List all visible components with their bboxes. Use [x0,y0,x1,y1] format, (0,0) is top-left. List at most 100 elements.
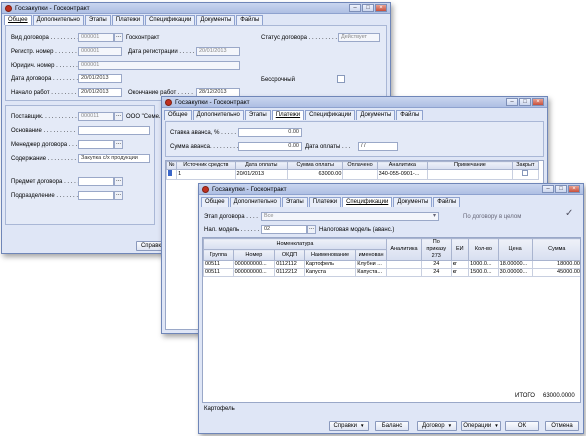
tab-documents[interactable]: Документы [393,197,433,207]
cell-note[interactable] [427,169,513,180]
close-button[interactable]: × [375,4,387,12]
cell-num[interactable] [166,169,178,180]
supplier-code-field[interactable]: 000011 [78,112,114,121]
subject-lookup-button[interactable]: ... [114,177,123,186]
cell-name-full[interactable]: Капуста... [355,268,387,277]
maximize-button[interactable]: □ [555,185,567,193]
cell-qty[interactable]: 1000.0... [468,260,499,269]
tab-general[interactable]: Общее [201,197,229,207]
title-bar[interactable]: Госзакупки - Госконтракт – □ × [199,184,583,195]
cell-price[interactable]: 30.00000... [497,268,533,277]
tab-general[interactable]: Общее [4,15,32,25]
col-source[interactable]: Источник средств [176,161,236,170]
tab-documents[interactable]: Документы [356,110,396,120]
tax-model-field[interactable]: 02 [261,225,307,234]
tab-additional[interactable]: Дополнительно [229,197,281,207]
legal-number-field[interactable]: 000001 [78,61,240,70]
contract-type-field[interactable]: 000001 [78,33,114,42]
col-qty[interactable]: Кол-во [468,238,499,261]
tab-files[interactable]: Файлы [433,197,461,207]
info-button[interactable]: Справки ▼ [329,421,369,431]
tab-payments[interactable]: Платежи [111,15,145,25]
cell-order[interactable]: 24 [420,268,452,277]
col-pay-date[interactable]: Дата оплаты [234,161,288,170]
cell-name[interactable]: Картофель [303,260,357,269]
advance-rate-field[interactable]: 0.00 [238,128,302,137]
cell-name-full[interactable]: Клубни ... [355,260,387,269]
col-analytics[interactable]: Аналитика [385,238,422,261]
stage-select[interactable]: Все [261,212,439,221]
contract-button[interactable]: Договор ▼ [417,421,457,431]
cell-source[interactable]: 1 [176,169,236,180]
cell-sum[interactable]: 18000.00 [531,260,580,269]
close-button[interactable]: × [532,98,544,106]
tab-specifications[interactable]: Спецификации [342,197,393,207]
tab-stages[interactable]: Этапы [281,197,308,207]
contract-date-field[interactable]: 20/01/2013 [78,74,122,83]
reg-number-field[interactable]: 000001 [78,47,122,56]
minimize-button[interactable]: – [349,4,361,12]
col-number[interactable]: Номер [232,249,276,261]
cell-sum[interactable]: 45000.00 [531,268,580,277]
tab-specifications[interactable]: Спецификации [305,110,356,120]
supplier-lookup-button[interactable]: ... [114,112,123,121]
cell-order[interactable]: 24 [420,260,452,269]
tab-additional[interactable]: Дополнительно [192,110,244,120]
tab-specifications[interactable]: Спецификации [145,15,196,25]
start-date-field[interactable]: 20/01/2013 [78,88,122,97]
ok-button[interactable]: ОК [505,421,539,431]
cell-price[interactable]: 18.00000... [497,260,533,269]
contract-status-field[interactable]: Действует [338,33,380,42]
col-name-sub[interactable]: именован [355,249,387,261]
cell-closed[interactable] [511,169,540,180]
basis-field[interactable] [78,126,150,135]
cell-okdp[interactable]: 0112212 [274,268,305,277]
indefinite-checkbox[interactable] [337,75,345,83]
tab-additional[interactable]: Дополнительно [32,15,84,25]
col-note[interactable]: Примечание [427,161,513,170]
cell-name[interactable]: Капуста [303,268,357,277]
col-okdp[interactable]: ОКДП [274,249,305,261]
tab-files[interactable]: Файлы [396,110,424,120]
cell-unit[interactable]: кг [450,260,470,269]
minimize-button[interactable]: – [506,98,518,106]
col-paid[interactable]: Оплачено [342,161,378,170]
cell-number[interactable]: 000000000... [232,260,276,269]
col-unit[interactable]: ЕИ [450,238,470,261]
cell-paid[interactable] [342,169,378,180]
cell-analytics[interactable] [385,268,422,277]
cell-okdp[interactable]: 0112112 [274,260,305,269]
tab-files[interactable]: Файлы [236,15,264,25]
closed-checkbox[interactable] [522,170,529,176]
tab-payments[interactable]: Платежи [308,197,342,207]
content-field[interactable]: Закупка с/х продукции [78,154,150,163]
tab-general[interactable]: Общее [164,110,192,120]
tab-stages[interactable]: Этапы [244,110,271,120]
division-field[interactable] [78,191,114,200]
manager-lookup-button[interactable]: ... [114,140,123,149]
reg-date-field[interactable]: 20/01/2013 [196,47,240,56]
checkmark-icon[interactable]: ✓ [565,209,573,219]
cell-group[interactable]: 00511 [203,268,234,277]
maximize-button[interactable]: □ [519,98,531,106]
table-row[interactable]: 1 20/01/2013 63000.00 340-055-0901-... [166,169,540,180]
col-sum[interactable]: Сумма [531,238,580,261]
subject-field[interactable] [78,177,114,186]
advance-sum-field[interactable]: 0.00 [238,142,302,151]
operations-button[interactable]: Операции ▼ [461,421,501,431]
cell-sum[interactable]: 63000.00 [286,169,344,180]
tab-payments[interactable]: Платежи [271,110,305,120]
cell-analytics[interactable]: 340-055-0901-... [376,169,429,180]
tab-documents[interactable]: Документы [196,15,236,25]
minimize-button[interactable]: – [542,185,554,193]
col-pay-sum[interactable]: Сумма оплаты [286,161,344,170]
col-num[interactable]: № [166,161,178,170]
balance-button[interactable]: Баланс [375,421,409,431]
cell-qty[interactable]: 1500.0... [468,268,499,277]
col-price[interactable]: Цена [497,238,533,261]
close-button[interactable]: × [568,185,580,193]
cancel-button[interactable]: Отмена [545,421,579,431]
maximize-button[interactable]: □ [362,4,374,12]
contract-type-lookup-button[interactable]: ... [114,33,123,42]
cell-date[interactable]: 20/01/2013 [234,169,288,180]
